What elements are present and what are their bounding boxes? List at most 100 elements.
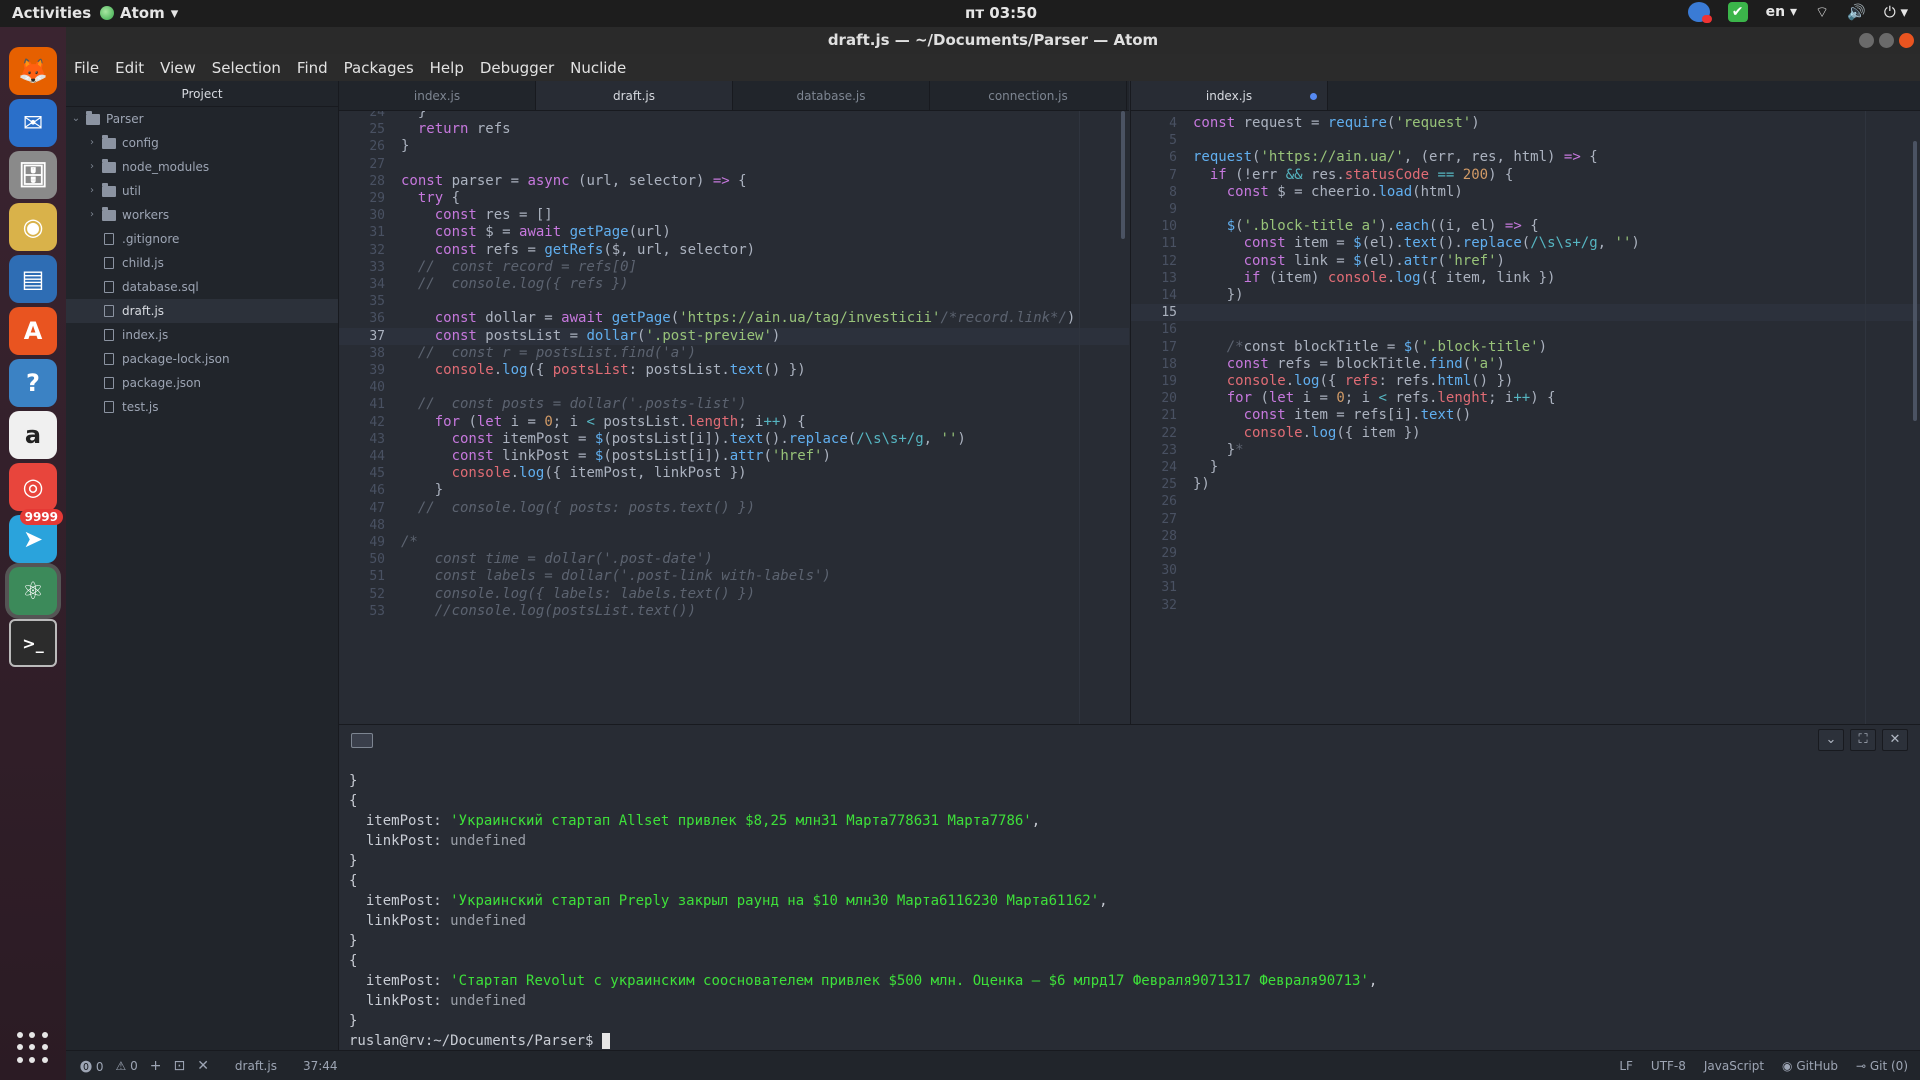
code-line[interactable]: 39 console.log({ postsList: postsList.te…: [339, 362, 1129, 379]
code-line[interactable]: 47 // console.log({ posts: posts.text() …: [339, 500, 1129, 517]
software-icon[interactable]: A: [9, 307, 57, 355]
line-ending-selector[interactable]: LF: [1619, 1059, 1633, 1073]
code-line[interactable]: 46 }: [339, 482, 1129, 499]
code-line[interactable]: 10 $('.block-title a').each((i, el) => {: [1131, 218, 1920, 235]
tree-folder-node_modules[interactable]: › node_modules: [66, 155, 338, 179]
writer-icon[interactable]: ▤: [9, 255, 57, 303]
code-line[interactable]: 27: [339, 156, 1129, 173]
code-line[interactable]: 24 }: [1131, 459, 1920, 476]
code-line[interactable]: 32 const refs = getRefs($, url, selector…: [339, 242, 1129, 259]
help-icon[interactable]: ?: [9, 359, 57, 407]
code-line[interactable]: 22 console.log({ item }): [1131, 425, 1920, 442]
diagnostics-errors[interactable]: ⓿ 0: [80, 1058, 103, 1075]
code-line[interactable]: 19 console.log({ refs: refs.html() }): [1131, 373, 1920, 390]
tab-index-js[interactable]: index.js: [1131, 81, 1328, 110]
code-line[interactable]: 11 const item = $(el).text().replace(/\s…: [1131, 235, 1920, 252]
code-line[interactable]: 30 const res = []: [339, 207, 1129, 224]
menu-packages[interactable]: Packages: [336, 59, 422, 77]
amazon-icon[interactable]: a: [9, 411, 57, 459]
code-line[interactable]: 31 const $ = await getPage(url): [339, 224, 1129, 241]
tree-file-package-json[interactable]: package.json: [66, 371, 338, 395]
menu-view[interactable]: View: [152, 59, 204, 77]
clock[interactable]: пт 03:50: [965, 4, 1037, 22]
code-line[interactable]: 29: [1131, 545, 1920, 562]
code-line[interactable]: 12 const link = $(el).attr('href'): [1131, 253, 1920, 270]
chrome-icon[interactable]: ◎: [9, 463, 57, 511]
code-line[interactable]: 38 // const r = postsList.find('a'): [339, 345, 1129, 362]
tree-folder-util[interactable]: › util: [66, 179, 338, 203]
code-line[interactable]: 9: [1131, 201, 1920, 218]
terminal-icon[interactable]: >_: [9, 619, 57, 667]
code-line[interactable]: 4 const request = require('request'): [1131, 115, 1920, 132]
code-line[interactable]: 48: [339, 517, 1129, 534]
code-line[interactable]: 24 }: [339, 111, 1129, 121]
editor-scrollbar-left[interactable]: [1121, 111, 1125, 239]
tree-file-database-sql[interactable]: database.sql: [66, 275, 338, 299]
tree-root-folder[interactable]: ⌄ Parser: [66, 107, 338, 131]
keyboard-icon[interactable]: [351, 733, 373, 748]
code-line[interactable]: 5: [1131, 132, 1920, 149]
tree-file-test-js[interactable]: test.js: [66, 395, 338, 419]
volume-icon[interactable]: 🔊: [1847, 3, 1866, 21]
telegram-icon[interactable]: ➤ 9999: [9, 509, 63, 563]
terminal-hide-button[interactable]: ⌄: [1818, 729, 1844, 751]
atom-icon[interactable]: ⚛: [9, 567, 57, 615]
git-panel-button[interactable]: ⊸ Git (0): [1856, 1059, 1908, 1073]
cloud-sync-icon[interactable]: [1687, 2, 1712, 23]
firefox-icon[interactable]: 🦊: [9, 47, 57, 95]
code-line[interactable]: 52 console.log({ labels: labels.text() }…: [339, 586, 1129, 603]
code-line[interactable]: 36 const dollar = await getPage('https:/…: [339, 310, 1129, 327]
terminal-prompt-line[interactable]: ruslan@rv:~/Documents/Parser$: [349, 1031, 1920, 1051]
add-terminal-button[interactable]: +: [150, 1058, 162, 1074]
code-line[interactable]: 20 for (let i = 0; i < refs.lenght; i++)…: [1131, 390, 1920, 407]
code-line[interactable]: 34 // console.log({ refs }): [339, 276, 1129, 293]
tab-draft-js[interactable]: draft.js: [536, 81, 733, 110]
files-icon[interactable]: 🗄: [9, 151, 57, 199]
show-applications-icon[interactable]: [17, 1032, 49, 1064]
menu-selection[interactable]: Selection: [204, 59, 289, 77]
cursor-position[interactable]: 37:44: [303, 1059, 338, 1073]
code-editor-right[interactable]: 4 const request = require('request') 5 6 req…: [1131, 111, 1920, 724]
tab-index-js[interactable]: index.js: [339, 81, 536, 110]
code-line[interactable]: 41 // const posts = dollar('.posts-list'…: [339, 396, 1129, 413]
tree-file-package-lock-json[interactable]: package-lock.json: [66, 347, 338, 371]
code-line[interactable]: 53 //console.log(postsList.text()): [339, 603, 1129, 620]
menu-find[interactable]: Find: [289, 59, 336, 77]
code-line[interactable]: 45 console.log({ itemPost, linkPost }): [339, 465, 1129, 482]
thunderbird-icon[interactable]: ✉: [9, 99, 57, 147]
code-line[interactable]: 40: [339, 379, 1129, 396]
tab-connection-js[interactable]: connection.js: [930, 81, 1127, 110]
code-line[interactable]: 33 // const record = refs[0]: [339, 259, 1129, 276]
code-line[interactable]: 23 }*: [1131, 442, 1920, 459]
close-window-button[interactable]: [1899, 33, 1914, 48]
close-terminal-button[interactable]: ✕: [197, 1058, 209, 1074]
menu-nuclide[interactable]: Nuclide: [562, 59, 634, 77]
code-line[interactable]: 6 request('https://ain.ua/', (err, res, h…: [1131, 149, 1920, 166]
code-line[interactable]: 16: [1131, 321, 1920, 338]
code-line[interactable]: 51 const labels = dollar('.post-link wit…: [339, 568, 1129, 585]
tab-database-js[interactable]: database.js: [733, 81, 930, 110]
code-line[interactable]: 26}: [339, 138, 1129, 155]
code-line[interactable]: 28 const parser = async (url, selector) =…: [339, 173, 1129, 190]
maximize-button[interactable]: [1879, 33, 1894, 48]
code-line[interactable]: 17 /*const blockTitle = $('.block-title'…: [1131, 339, 1920, 356]
code-line[interactable]: 32: [1131, 597, 1920, 614]
tree-folder-config[interactable]: › config: [66, 131, 338, 155]
check-icon[interactable]: ✔: [1727, 2, 1748, 22]
rhythmbox-icon[interactable]: ◉: [9, 203, 57, 251]
code-line[interactable]: 35: [339, 293, 1129, 310]
menu-file[interactable]: File: [66, 59, 107, 77]
diagnostics-warnings[interactable]: ⚠ 0: [115, 1059, 137, 1073]
code-line[interactable]: 37 const postsList = dollar('.post-previ…: [339, 327, 1129, 345]
terminal-output[interactable]: } { itemPost: 'Украинский стартап Allset …: [349, 771, 1920, 1051]
code-line[interactable]: 42 for (let i = 0; i < postsList.length;…: [339, 414, 1129, 431]
activities-button[interactable]: Activities: [12, 4, 91, 22]
menu-edit[interactable]: Edit: [107, 59, 152, 77]
code-line[interactable]: 8 const $ = cheerio.load(html): [1131, 184, 1920, 201]
current-file-path[interactable]: draft.js: [235, 1059, 277, 1073]
tree-file-draft-js[interactable]: draft.js: [66, 299, 338, 323]
terminal-close-button[interactable]: ✕: [1882, 729, 1908, 751]
code-line[interactable]: 50 const time = dollar('.post-date'): [339, 551, 1129, 568]
code-line[interactable]: 15: [1131, 304, 1920, 322]
tree-file-child-js[interactable]: child.js: [66, 251, 338, 275]
